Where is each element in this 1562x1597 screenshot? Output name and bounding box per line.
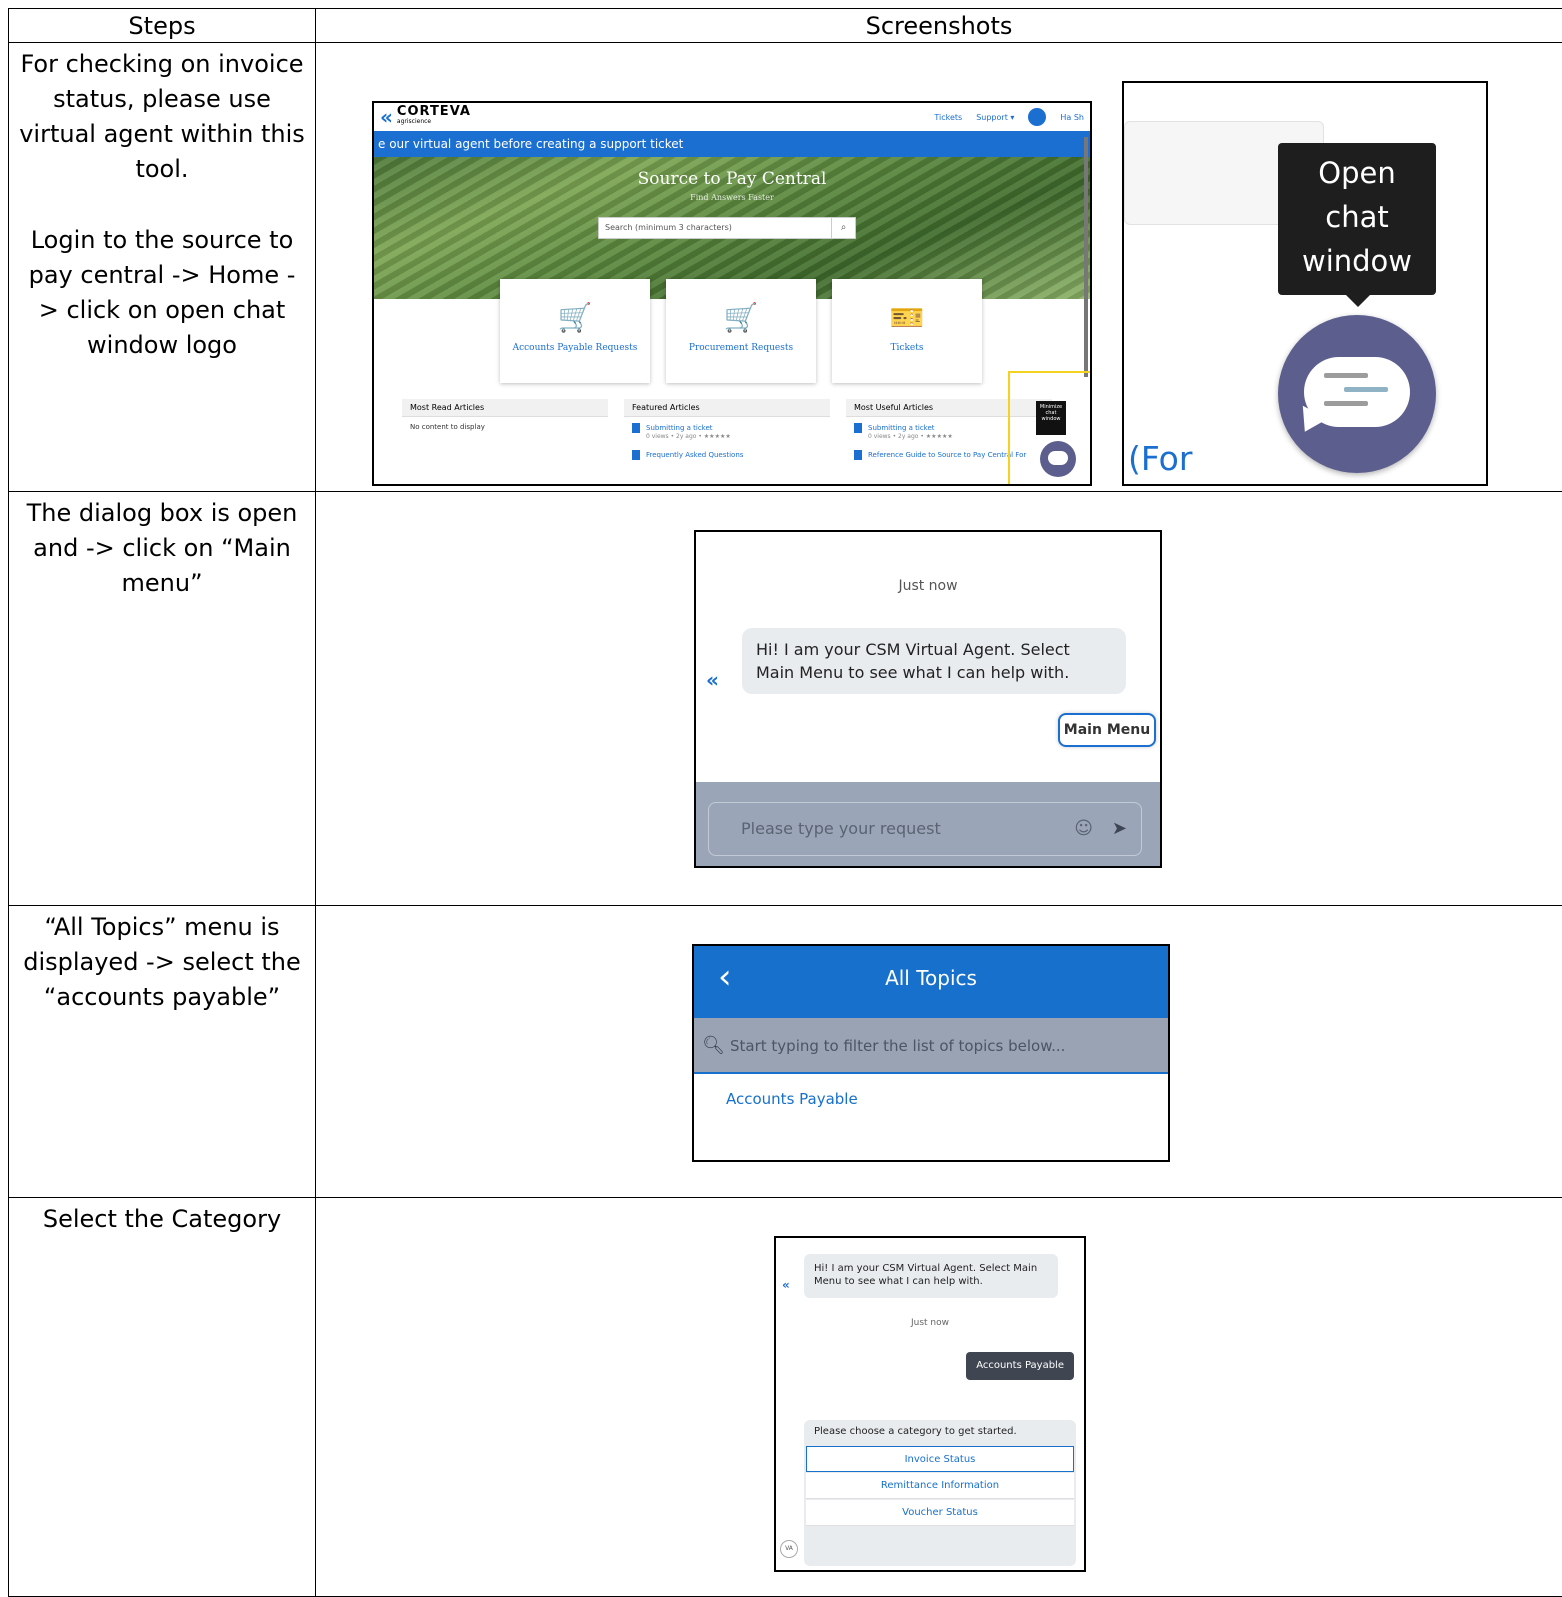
- hero-image: Source to Pay Central Find Answers Faste…: [374, 157, 1090, 299]
- send-icon[interactable]: ➤: [1112, 803, 1127, 855]
- header-steps: Steps: [9, 9, 316, 43]
- open-chat-tooltip: Open chat window: [1278, 143, 1436, 295]
- back-icon[interactable]: ‹: [718, 946, 732, 1008]
- tile-procurement[interactable]: 🛒 Procurement Requests: [666, 279, 816, 383]
- chat-icon: [1304, 357, 1410, 427]
- corteva-logo-icon: «: [380, 105, 393, 129]
- screenshot-cell-4: « Hi! I am your CSM Virtual Agent. Selec…: [316, 1198, 1562, 1597]
- agent-logo-icon: «: [782, 1278, 790, 1292]
- screenshot-cell-3: ‹ All Topics 🔍︎ Start typing to filter t…: [316, 906, 1562, 1198]
- step-4: Select the Category: [9, 1198, 316, 1597]
- agent-message: Hi! I am your CSM Virtual Agent. Select …: [742, 628, 1126, 694]
- article-link[interactable]: Reference Guide to Source to Pay Central…: [868, 451, 1026, 459]
- tile-tickets[interactable]: 🎫 Tickets: [832, 279, 982, 383]
- topic-accounts-payable[interactable]: Accounts Payable: [694, 1090, 1168, 1108]
- tile-accounts-payable[interactable]: 🛒 Accounts Payable Requests: [500, 279, 650, 383]
- article-link[interactable]: Frequently Asked Questions: [646, 451, 743, 459]
- message-input[interactable]: Please type your request ☺ ➤: [708, 802, 1142, 856]
- logo-text: CORTEVAagriscience: [397, 107, 471, 127]
- featured-articles: Featured Articles Submitting a ticket 0 …: [624, 399, 830, 466]
- partial-text: (For: [1128, 439, 1192, 478]
- chat-footer: Please type your request ☺ ➤: [696, 782, 1160, 868]
- user-name[interactable]: Ha Sh: [1060, 113, 1084, 122]
- hero-title: Source to Pay Central: [374, 169, 1090, 189]
- search-icon: 🔍︎: [702, 1018, 725, 1074]
- topics-title: All Topics: [885, 966, 977, 990]
- step-1: For checking on invoice status, please u…: [9, 43, 316, 492]
- minimize-tooltip: Minimize chat window: [1036, 401, 1066, 435]
- article-link[interactable]: Submitting a ticket: [646, 424, 713, 432]
- portal-header: « CORTEVAagriscience Tickets Support ▾ H…: [374, 103, 1090, 131]
- chat-window: Just now « Hi! I am your CSM Virtual Age…: [694, 530, 1162, 868]
- step-2: The dialog box is open and -> click on “…: [9, 492, 316, 906]
- step-3: “All Topics” menu is displayed -> select…: [9, 906, 316, 1198]
- search-input[interactable]: Search (minimum 3 characters) ⌕: [598, 217, 856, 239]
- nav-tickets[interactable]: Tickets: [934, 113, 962, 122]
- agent-logo-icon: «: [706, 668, 719, 692]
- timestamp: Just now: [776, 1318, 1084, 1328]
- chat-icon: [1048, 451, 1068, 465]
- timestamp: Just now: [696, 578, 1160, 594]
- category-card: Please choose a category to get started.…: [804, 1420, 1076, 1566]
- steps-table: Steps Screenshots For checking on invoic…: [8, 8, 1562, 1597]
- banner: e our virtual agent before creating a su…: [374, 131, 1090, 157]
- search-icon[interactable]: ⌕: [831, 218, 855, 238]
- option-voucher-status[interactable]: Voucher Status: [806, 1500, 1074, 1526]
- document-icon: [854, 450, 862, 460]
- document-icon: [632, 423, 640, 433]
- topics-header: ‹ All Topics: [694, 946, 1168, 1018]
- option-invoice-status[interactable]: Invoice Status: [806, 1446, 1074, 1472]
- zoomed-chat-button: Open chat window (For: [1122, 81, 1488, 486]
- agent-message: Hi! I am your CSM Virtual Agent. Select …: [804, 1254, 1058, 1298]
- option-remittance-information[interactable]: Remittance Information: [806, 1473, 1074, 1499]
- all-topics-panel: ‹ All Topics 🔍︎ Start typing to filter t…: [692, 944, 1170, 1162]
- step-1-text-a: For checking on invoice status, please u…: [19, 47, 305, 187]
- nav-support[interactable]: Support ▾: [976, 113, 1014, 122]
- emoji-icon[interactable]: ☺: [1074, 803, 1093, 855]
- category-chat-window: « Hi! I am your CSM Virtual Agent. Selec…: [774, 1236, 1086, 1572]
- topics-search-input[interactable]: 🔍︎ Start typing to filter the list of to…: [694, 1018, 1168, 1074]
- scrollbar[interactable]: [1084, 137, 1088, 377]
- cart-icon: 🛒: [500, 301, 650, 337]
- step-1-text-b: Login to the source to pay central -> Ho…: [19, 223, 305, 363]
- document-icon: [632, 450, 640, 460]
- avatar: VA: [780, 1540, 798, 1558]
- portal-screenshot: « CORTEVAagriscience Tickets Support ▾ H…: [372, 101, 1092, 486]
- screenshot-cell-2: Just now « Hi! I am your CSM Virtual Age…: [316, 492, 1562, 906]
- avatar[interactable]: [1028, 108, 1046, 126]
- ticket-icon: 🎫: [832, 301, 982, 337]
- document-icon: [854, 423, 862, 433]
- cart-icon: 🛒: [666, 301, 816, 337]
- most-read-articles: Most Read Articles No content to display: [402, 399, 608, 437]
- main-menu-button[interactable]: Main Menu: [1058, 713, 1156, 747]
- screenshot-cell-1: « CORTEVAagriscience Tickets Support ▾ H…: [316, 43, 1562, 492]
- article-link[interactable]: Submitting a ticket: [868, 424, 935, 432]
- open-chat-button[interactable]: [1278, 315, 1436, 473]
- category-prompt: Please choose a category to get started.: [804, 1420, 1076, 1443]
- hero-subtitle: Find Answers Faster: [374, 193, 1090, 202]
- header-screenshots: Screenshots: [316, 9, 1562, 43]
- user-reply: Accounts Payable: [966, 1352, 1074, 1380]
- chat-button[interactable]: [1040, 441, 1076, 477]
